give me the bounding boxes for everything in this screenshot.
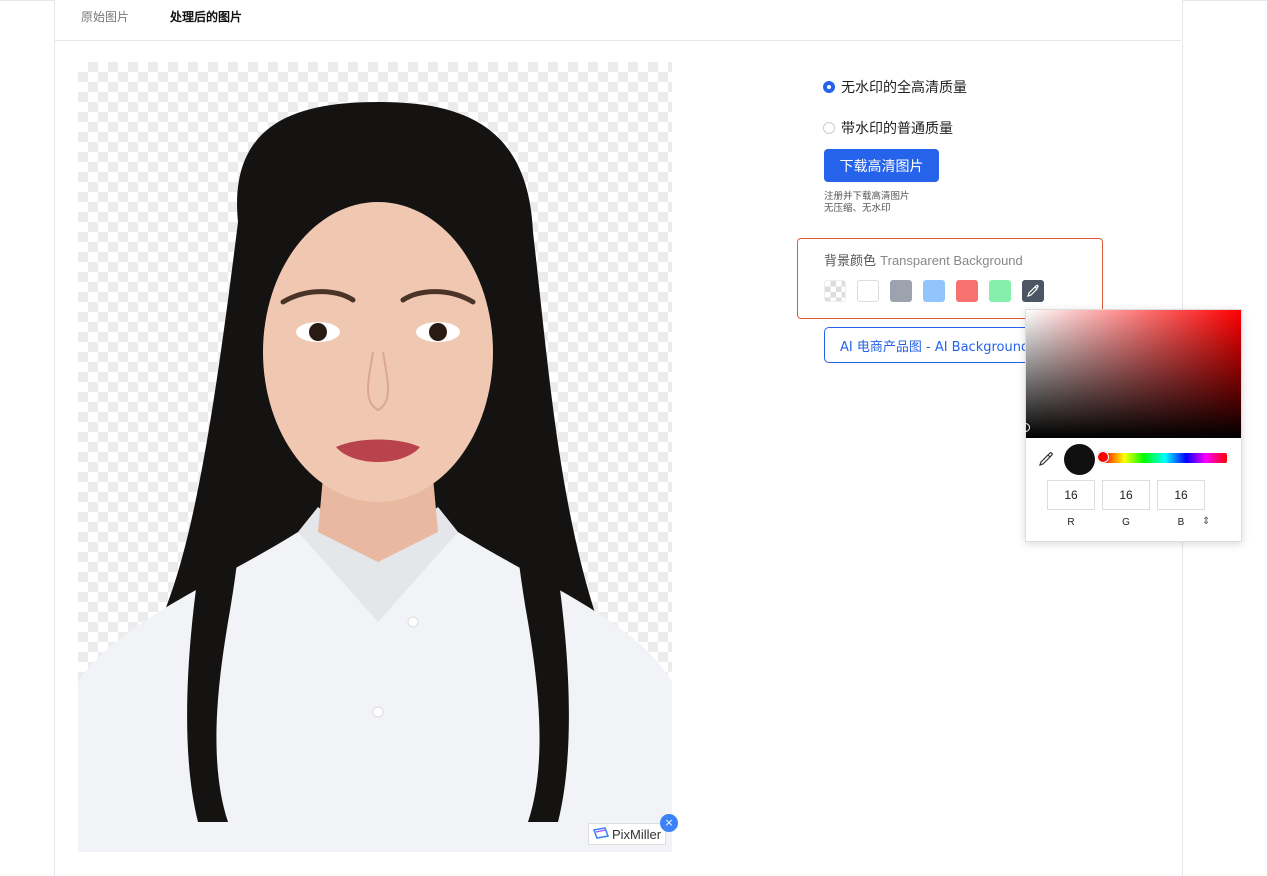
- color-mode-toggle-icon[interactable]: ⇕: [1202, 516, 1210, 527]
- blue-channel-label: B: [1177, 517, 1185, 528]
- color-preview: [1064, 444, 1095, 475]
- hue-slider-knob[interactable]: [1097, 451, 1109, 463]
- tab-processed[interactable]: 处理后的图片: [170, 8, 242, 25]
- swatch-blue[interactable]: [923, 280, 945, 302]
- quality-option-hd[interactable]: 无水印的全高清质量: [823, 76, 967, 98]
- quality-option-hd-label: 无水印的全高清质量: [841, 80, 967, 96]
- watermark-badge: PixMiller: [588, 823, 667, 845]
- download-note: 注册并下载高清图片 无压缩、无水印: [824, 191, 910, 215]
- green-channel-input[interactable]: 16: [1102, 480, 1150, 510]
- swatch-gray[interactable]: [890, 280, 912, 302]
- quality-options: 无水印的全高清质量 带水印的普通质量: [823, 76, 967, 158]
- background-color-label: 背景颜色: [824, 254, 877, 269]
- pixmiller-logo-icon: [592, 826, 610, 842]
- eyedropper-icon: [1027, 284, 1039, 297]
- result-image: [78, 62, 672, 852]
- tab-original[interactable]: 原始图片: [81, 8, 129, 25]
- watermark-text: PixMiller: [612, 826, 662, 842]
- tab-bar: 原始图片 处理后的图片: [54, 0, 1181, 41]
- download-note-line2: 无压缩、无水印: [824, 203, 891, 214]
- picker-eyedropper-icon[interactable]: [1038, 451, 1054, 471]
- green-channel-label: G: [1122, 517, 1130, 528]
- saturation-cursor[interactable]: [1021, 423, 1030, 432]
- quality-option-normal-label: 带水印的普通质量: [841, 121, 953, 137]
- saturation-area[interactable]: [1021, 310, 1241, 438]
- radio-unchecked-icon: [823, 122, 835, 134]
- background-swatches: [824, 280, 1044, 302]
- color-picker-popup: 16 16 16 R G B ⇕: [1021, 309, 1242, 542]
- download-hd-button[interactable]: 下载高清图片: [824, 149, 939, 182]
- quality-option-normal[interactable]: 带水印的普通质量: [823, 117, 967, 139]
- portrait-illustration: [78, 102, 672, 852]
- download-note-line1: 注册并下载高清图片: [824, 191, 910, 202]
- swatch-red[interactable]: [956, 280, 978, 302]
- red-channel-input[interactable]: 16: [1047, 480, 1095, 510]
- red-channel-label: R: [1067, 517, 1075, 528]
- background-color-title: 背景颜色 Transparent Background: [824, 250, 1023, 269]
- ai-background-button[interactable]: AI 电商产品图 - AI Background: [824, 327, 1044, 363]
- blue-channel-input[interactable]: 16: [1157, 480, 1205, 510]
- swatch-white[interactable]: [857, 280, 879, 302]
- background-color-value: Transparent Background: [880, 253, 1023, 268]
- radio-checked-icon: [823, 81, 835, 93]
- hue-slider[interactable]: [1097, 451, 1227, 463]
- swatch-custom-picker[interactable]: [1022, 280, 1044, 302]
- swatch-transparent[interactable]: [824, 280, 846, 302]
- swatch-green[interactable]: [989, 280, 1011, 302]
- watermark-close-button[interactable]: ×: [660, 814, 678, 832]
